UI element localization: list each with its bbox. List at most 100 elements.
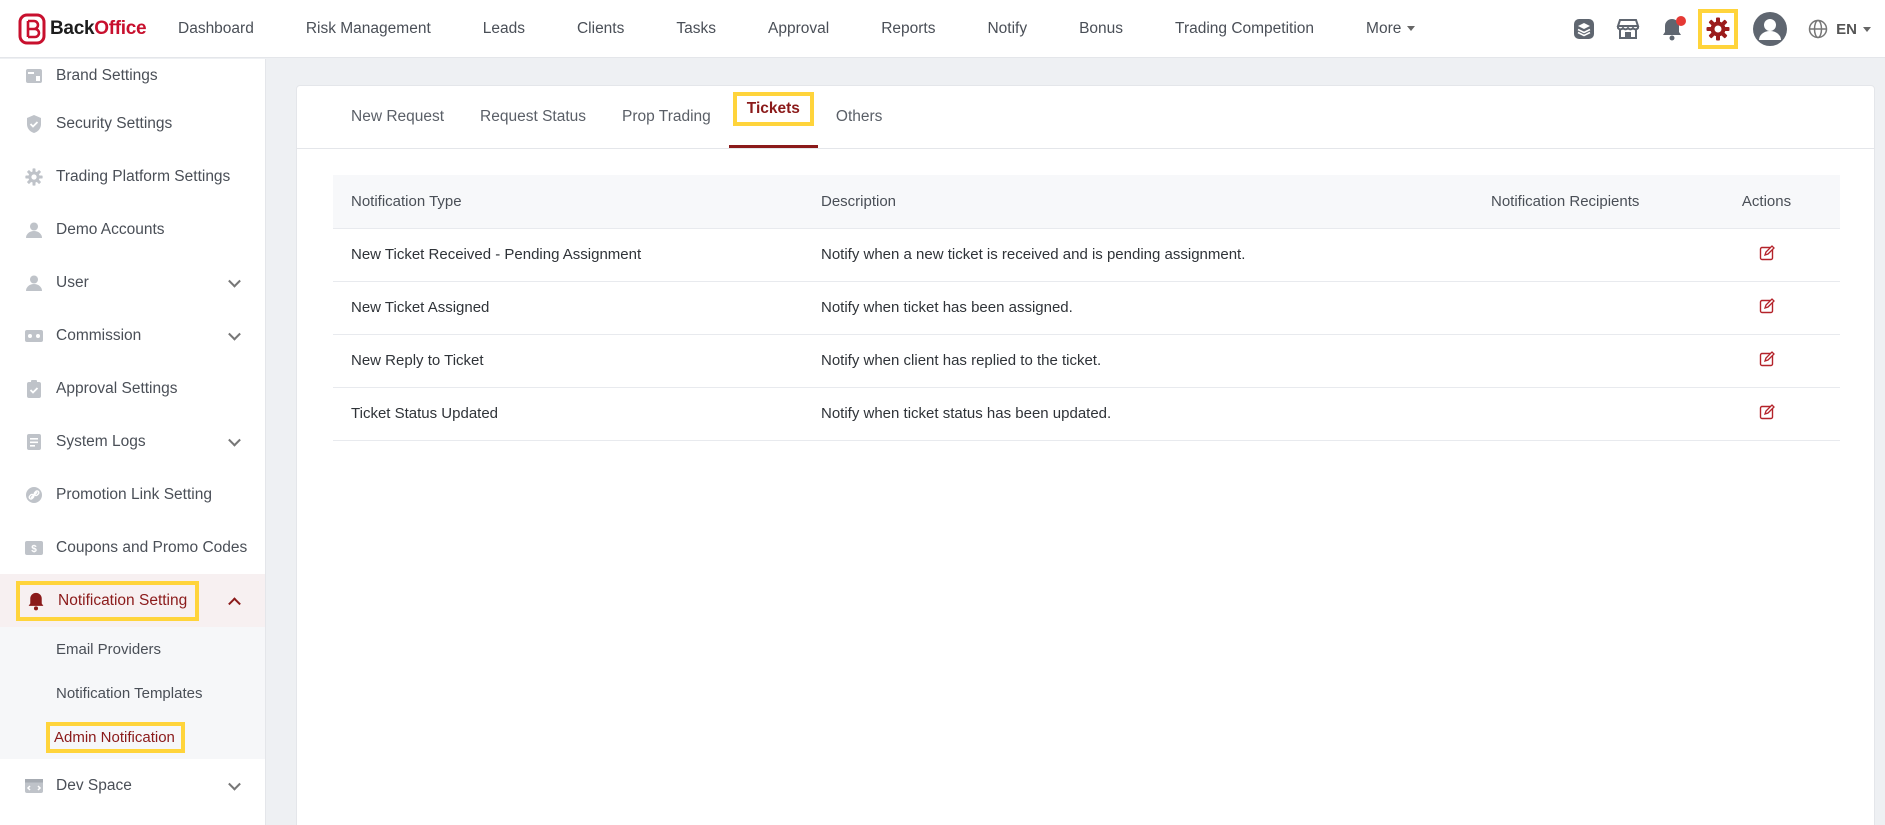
sidebar-item-coupons-promo-codes[interactable]: $ Coupons and Promo Codes xyxy=(0,521,265,574)
tab-prop-trading[interactable]: Prop Trading xyxy=(622,108,711,148)
nav-leads[interactable]: Leads xyxy=(457,0,551,58)
chevron-down-icon xyxy=(228,433,241,447)
cell-description: Notify when client has replied to the ti… xyxy=(803,334,1473,388)
backoffice-logo-icon xyxy=(18,13,46,44)
table-header-row: Notification Type Description Notificati… xyxy=(333,175,1840,229)
cell-notification-type: New Ticket Received - Pending Assignment xyxy=(333,228,803,282)
notification-setting-highlight: Notification Setting xyxy=(16,580,200,621)
cell-description: Notify when a new ticket is received and… xyxy=(803,228,1473,282)
sidebar-item-label: System Logs xyxy=(56,432,146,450)
chevron-up-icon xyxy=(228,596,241,610)
chevron-down-icon xyxy=(228,327,241,341)
tab-new-request[interactable]: New Request xyxy=(351,108,444,148)
commission-icon xyxy=(24,326,44,346)
sidebar-item-label: Notification Setting xyxy=(58,591,188,609)
brand-logo[interactable]: BackOffice xyxy=(18,13,178,45)
tab-tickets[interactable]: Tickets xyxy=(728,92,819,148)
caret-down-icon xyxy=(1863,26,1871,32)
submenu-email-providers[interactable]: Email Providers xyxy=(0,627,265,671)
cell-notification-type: New Reply to Ticket xyxy=(333,334,803,388)
chevron-down-icon xyxy=(228,777,241,791)
admin-notification-label: Admin Notification xyxy=(46,721,185,753)
nav-trading-competition[interactable]: Trading Competition xyxy=(1149,0,1340,58)
code-icon xyxy=(24,776,44,796)
nav-risk-management[interactable]: Risk Management xyxy=(280,0,457,58)
table-row: Ticket Status Updated Notify when ticket … xyxy=(333,387,1840,441)
submenu-admin-notification[interactable]: Admin Notification xyxy=(0,715,265,759)
sidebar-item-label: Demo Accounts xyxy=(56,220,165,238)
header-actions: Actions xyxy=(1693,175,1840,229)
notification-tabs: New Request Request Status Prop Trading … xyxy=(297,86,1874,149)
nav-clients[interactable]: Clients xyxy=(551,0,650,58)
gear-icon xyxy=(24,167,44,187)
language-label: EN xyxy=(1836,20,1857,38)
notification-dot xyxy=(1676,16,1687,26)
nav-approval[interactable]: Approval xyxy=(742,0,855,58)
edit-icon[interactable] xyxy=(1759,297,1775,314)
nav-bonus[interactable]: Bonus xyxy=(1053,0,1149,58)
caret-down-icon xyxy=(1407,26,1416,31)
chevron-down-icon xyxy=(228,274,241,288)
nav-more-dropdown[interactable]: More xyxy=(1340,0,1441,58)
top-navbar: BackOffice Dashboard Risk Management Lea… xyxy=(0,0,1885,58)
layers-icon[interactable] xyxy=(1570,15,1598,43)
sidebar-item-label: Coupons and Promo Codes xyxy=(56,538,248,556)
nav-dashboard[interactable]: Dashboard xyxy=(178,0,280,58)
sidebar-item-user[interactable]: User xyxy=(0,256,265,309)
header-notification-recipients: Notification Recipients xyxy=(1473,175,1693,229)
edit-icon[interactable] xyxy=(1759,244,1775,261)
user-icon xyxy=(24,220,44,240)
shield-icon xyxy=(24,114,44,134)
table-row: New Ticket Assigned Notify when ticket ha… xyxy=(333,281,1840,335)
sidebar-item-security-settings[interactable]: Security Settings xyxy=(0,97,265,150)
bell-icon xyxy=(26,591,46,611)
sidebar-item-demo-accounts[interactable]: Demo Accounts xyxy=(0,203,265,256)
svg-text:$: $ xyxy=(31,544,37,555)
coupon-icon: $ xyxy=(24,538,44,558)
main-nav: Dashboard Risk Management Leads Clients … xyxy=(178,0,1441,58)
sidebar-item-label: Dev Space xyxy=(56,776,132,794)
cell-recipients xyxy=(1473,387,1693,441)
table-row: New Reply to Ticket Notify when client ha… xyxy=(333,334,1840,388)
sidebar-item-trading-platform-settings[interactable]: Trading Platform Settings xyxy=(0,150,265,203)
submenu-notification-templates[interactable]: Notification Templates xyxy=(0,671,265,715)
content-card: New Request Request Status Prop Trading … xyxy=(296,85,1875,825)
table-row: New Ticket Received - Pending Assignment… xyxy=(333,228,1840,282)
sidebar-item-label: Security Settings xyxy=(56,114,173,132)
settings-gear-button[interactable] xyxy=(1698,9,1739,49)
cell-notification-type: New Ticket Assigned xyxy=(333,281,803,335)
cell-recipients xyxy=(1473,281,1693,335)
link-icon xyxy=(24,485,44,505)
sidebar-item-dev-space[interactable]: Dev Space xyxy=(0,759,265,812)
cell-actions xyxy=(1693,228,1840,282)
avatar[interactable] xyxy=(1752,11,1788,47)
tab-others[interactable]: Others xyxy=(836,108,883,148)
sidebar-item-brand-settings[interactable]: Brand Settings xyxy=(0,59,265,97)
clipboard-check-icon xyxy=(24,379,44,399)
sidebar-item-commission[interactable]: Commission xyxy=(0,309,265,362)
language-selector[interactable]: EN xyxy=(1808,19,1871,39)
edit-icon[interactable] xyxy=(1759,350,1775,367)
cell-recipients xyxy=(1473,334,1693,388)
tab-request-status[interactable]: Request Status xyxy=(480,108,586,148)
nav-tasks[interactable]: Tasks xyxy=(650,0,742,58)
top-right-icons: EN xyxy=(1570,0,1885,58)
sidebar-item-system-logs[interactable]: System Logs xyxy=(0,415,265,468)
cell-actions xyxy=(1693,387,1840,441)
sidebar-item-label: Brand Settings xyxy=(56,67,158,84)
cell-actions xyxy=(1693,281,1840,335)
sidebar-item-notification-setting[interactable]: Notification Setting xyxy=(0,574,265,627)
nav-notify[interactable]: Notify xyxy=(961,0,1053,58)
tab-tickets-label: Tickets xyxy=(732,92,814,126)
sidebar-item-promotion-link-setting[interactable]: Promotion Link Setting xyxy=(0,468,265,521)
nav-reports[interactable]: Reports xyxy=(855,0,961,58)
cell-recipients xyxy=(1473,228,1693,282)
edit-icon[interactable] xyxy=(1759,403,1775,420)
header-description: Description xyxy=(803,175,1473,229)
sidebar-item-approval-settings[interactable]: Approval Settings xyxy=(0,362,265,415)
bell-icon[interactable] xyxy=(1658,15,1687,43)
sidebar-item-label: Commission xyxy=(56,326,142,344)
store-icon[interactable] xyxy=(1614,15,1642,43)
sidebar-item-label: Promotion Link Setting xyxy=(56,485,212,503)
cell-description: Notify when ticket has been assigned. xyxy=(803,281,1473,335)
